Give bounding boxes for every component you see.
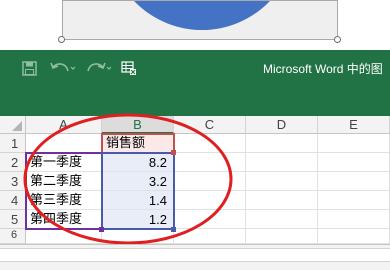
cell-a6[interactable] xyxy=(26,229,102,244)
select-all-triangle-icon xyxy=(12,121,22,131)
spreadsheet-grid: A B C D E 1 2 3 4 5 6 销售额 第一季度 第二季度 第三季度… xyxy=(0,116,390,244)
cell-e1[interactable] xyxy=(318,134,390,153)
cell-c2[interactable] xyxy=(174,153,246,172)
cell-c1[interactable] xyxy=(174,134,246,153)
undo-icon xyxy=(50,62,76,72)
pie-slice-background xyxy=(134,1,270,30)
cell-b6[interactable] xyxy=(102,229,174,244)
cell-c4[interactable] xyxy=(174,191,246,210)
column-header-d[interactable]: D xyxy=(246,116,318,134)
cell-c3[interactable] xyxy=(174,172,246,191)
row-header-6[interactable]: 6 xyxy=(0,229,26,244)
cell-b4[interactable]: 1.4 xyxy=(102,191,174,210)
cell-a3[interactable]: 第二季度 xyxy=(26,172,102,191)
cell-a1[interactable] xyxy=(26,134,102,153)
chart-frame xyxy=(0,0,390,50)
cell-d1[interactable] xyxy=(246,134,318,153)
category-range-corner-handle[interactable] xyxy=(99,227,104,232)
cell-e5[interactable] xyxy=(318,210,390,229)
chart-area[interactable] xyxy=(62,0,338,40)
cell-a5[interactable]: 第四季度 xyxy=(26,210,102,229)
undo-button[interactable] xyxy=(48,58,78,78)
chart-resize-handle-bottom-left[interactable] xyxy=(58,36,65,43)
cell-d2[interactable] xyxy=(246,153,318,172)
cell-e6[interactable] xyxy=(318,229,390,244)
cell-b5[interactable]: 1.2 xyxy=(102,210,174,229)
cell-b3[interactable]: 3.2 xyxy=(102,172,174,191)
select-all-corner[interactable] xyxy=(0,116,26,134)
values-range-corner-handle[interactable] xyxy=(171,227,176,232)
cell-e2[interactable] xyxy=(318,153,390,172)
row-header-4[interactable]: 4 xyxy=(0,191,26,210)
cell-d3[interactable] xyxy=(246,172,318,191)
pie-chart xyxy=(134,1,270,30)
cell-e4[interactable] xyxy=(318,191,390,210)
cell-a2[interactable]: 第一季度 xyxy=(26,153,102,172)
row-header-2[interactable]: 2 xyxy=(0,153,26,172)
cell-b2[interactable]: 8.2 xyxy=(102,153,174,172)
column-header-e[interactable]: E xyxy=(318,116,390,134)
save-icon xyxy=(21,60,37,76)
redo-icon xyxy=(87,62,112,72)
cell-d6[interactable] xyxy=(246,229,318,244)
redo-button[interactable] xyxy=(84,58,114,78)
cell-c5[interactable] xyxy=(174,210,246,229)
row-header-1[interactable]: 1 xyxy=(0,134,26,153)
cell-a4[interactable]: 第三季度 xyxy=(26,191,102,210)
save-button[interactable] xyxy=(18,58,40,78)
column-header-c[interactable]: C xyxy=(174,116,246,134)
cell-c6[interactable] xyxy=(174,229,246,244)
edit-data-in-excel-icon xyxy=(121,61,136,75)
column-header-a[interactable]: A xyxy=(26,116,102,134)
horizontal-scrollbar[interactable] xyxy=(0,248,390,262)
cell-d4[interactable] xyxy=(246,191,318,210)
edit-data-button[interactable] xyxy=(119,58,139,78)
chart-resize-handle-bottom-right[interactable] xyxy=(334,36,341,43)
cell-e3[interactable] xyxy=(318,172,390,191)
series-name-range-corner-handle[interactable] xyxy=(171,150,176,155)
row-header-5[interactable]: 5 xyxy=(0,210,26,229)
cell-d5[interactable] xyxy=(246,210,318,229)
column-header-b[interactable]: B xyxy=(102,116,174,134)
window-title: Microsoft Word 中的图 xyxy=(263,62,383,76)
row-header-3[interactable]: 3 xyxy=(0,172,26,191)
cell-b1[interactable]: 销售额 xyxy=(102,134,174,153)
title-bar: Microsoft Word 中的图 xyxy=(0,50,390,116)
